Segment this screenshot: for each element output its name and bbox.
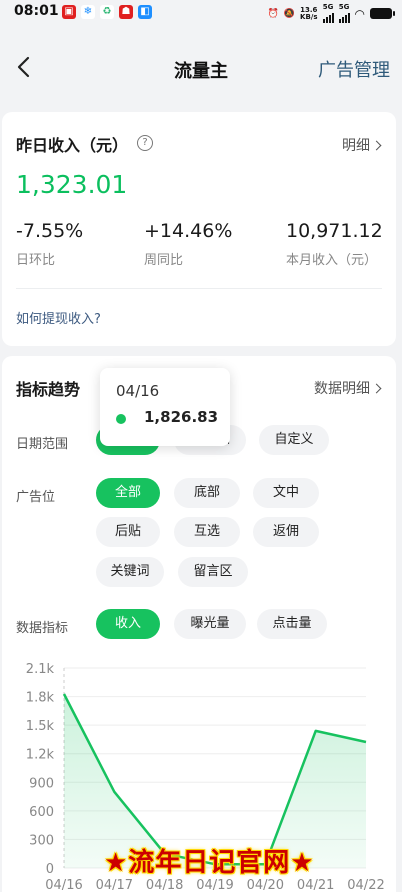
x-tick-label: 04/17 xyxy=(96,878,133,892)
chip-keyword[interactable]: 关键词 xyxy=(96,557,164,587)
chip-in-article[interactable]: 文中 xyxy=(253,478,319,508)
chip-post-roll[interactable]: 后贴 xyxy=(96,517,160,547)
chevron-right-icon xyxy=(371,140,382,151)
net-speed: 13.6 KB/s xyxy=(300,5,318,21)
y-tick-label: 1.5k xyxy=(26,719,55,734)
income-card: 昨日收入（元） ? 明细 1,323.01 -7.55% 日环比 +14.46%… xyxy=(2,112,396,346)
trend-title: 指标趋势 xyxy=(16,380,81,399)
status-bar: 08:01 ▣ ❄ ♻ ☗ ◧ ⏰ 🔕 13.6 KB/s 5G 5G ◠ xyxy=(0,0,402,24)
x-tick-label: 04/19 xyxy=(196,878,233,892)
x-tick-label: 04/22 xyxy=(347,878,384,892)
ad-position-label: 广告位 xyxy=(16,490,56,505)
y-tick-label: 300 xyxy=(29,833,54,848)
chip-all[interactable]: 全部 xyxy=(96,478,160,508)
signal-2: 5G xyxy=(338,4,350,23)
mute-icon: 🔕 xyxy=(283,8,296,19)
signal-icon xyxy=(322,11,334,23)
status-time: 08:01 xyxy=(14,3,59,19)
wifi-icon: ◠ xyxy=(354,6,365,21)
divider xyxy=(16,288,382,289)
ad-management-link[interactable]: 广告管理 xyxy=(318,56,390,82)
app-notification-icon: ◧ xyxy=(138,5,152,19)
x-tick-label: 04/16 xyxy=(45,878,82,892)
signal-1: 5G xyxy=(322,4,334,23)
chip-impressions[interactable]: 曝光量 xyxy=(174,609,246,639)
x-tick-label: 04/21 xyxy=(297,878,334,892)
chip-mutual[interactable]: 互选 xyxy=(174,517,240,547)
date-range-label: 日期范围 xyxy=(16,437,69,452)
chip-custom[interactable]: 自定义 xyxy=(259,425,329,455)
chart-tooltip: 04/16 1,826.83 xyxy=(100,368,230,446)
signal-icon xyxy=(338,11,350,23)
chevron-right-icon xyxy=(371,383,382,394)
tooltip-dot xyxy=(116,414,126,424)
chip-clicks[interactable]: 点击量 xyxy=(257,609,327,639)
alarm-icon: ⏰ xyxy=(267,8,279,19)
metric-label: 数据指标 xyxy=(16,621,69,636)
tooltip-date: 04/16 xyxy=(116,382,160,400)
chip-rebate[interactable]: 返佣 xyxy=(253,517,319,547)
y-tick-label: 900 xyxy=(29,776,54,791)
chip-comment[interactable]: 留言区 xyxy=(178,557,248,587)
income-detail-link[interactable]: 明细 xyxy=(342,135,382,155)
y-tick-label: 1.8k xyxy=(26,691,55,706)
y-tick-label: 1.2k xyxy=(26,748,55,763)
nav-bar: 流量主 广告管理 xyxy=(0,44,402,92)
system-icons: ⏰ 🔕 13.6 KB/s 5G 5G ◠ xyxy=(267,4,395,23)
data-detail-link[interactable]: 数据明细 xyxy=(314,378,382,398)
watermark-overlay: ★流年日记官网★ xyxy=(104,848,315,878)
stat-week-ratio: +14.46% 周同比 xyxy=(144,220,233,268)
y-tick-label: 600 xyxy=(29,805,54,820)
x-tick-label: 04/20 xyxy=(247,878,284,892)
yesterday-income-value: 1,323.01 xyxy=(16,170,128,199)
chip-bottom[interactable]: 底部 xyxy=(174,478,240,508)
app-notification-icon: ▣ xyxy=(62,5,76,19)
app-notification-icon: ❄ xyxy=(81,5,95,19)
stat-day-ratio: -7.55% 日环比 xyxy=(16,220,84,268)
stat-month-income: 10,971.12 本月收入（元） xyxy=(286,220,383,268)
y-tick-label: 0 xyxy=(46,862,54,877)
battery-icon xyxy=(370,8,395,19)
notification-icons: ▣ ❄ ♻ ☗ ◧ xyxy=(62,5,152,19)
x-tick-label: 04/18 xyxy=(146,878,183,892)
help-icon[interactable]: ? xyxy=(137,135,153,151)
withdraw-help-link[interactable]: 如何提现收入? xyxy=(16,308,101,327)
app-notification-icon: ♻ xyxy=(100,5,114,19)
y-tick-label: 2.1k xyxy=(26,662,55,677)
app-notification-icon: ☗ xyxy=(119,5,133,19)
income-title: 昨日收入（元） xyxy=(16,136,129,155)
chip-income[interactable]: 收入 xyxy=(96,609,160,639)
tooltip-value: 1,826.83 xyxy=(144,408,219,426)
